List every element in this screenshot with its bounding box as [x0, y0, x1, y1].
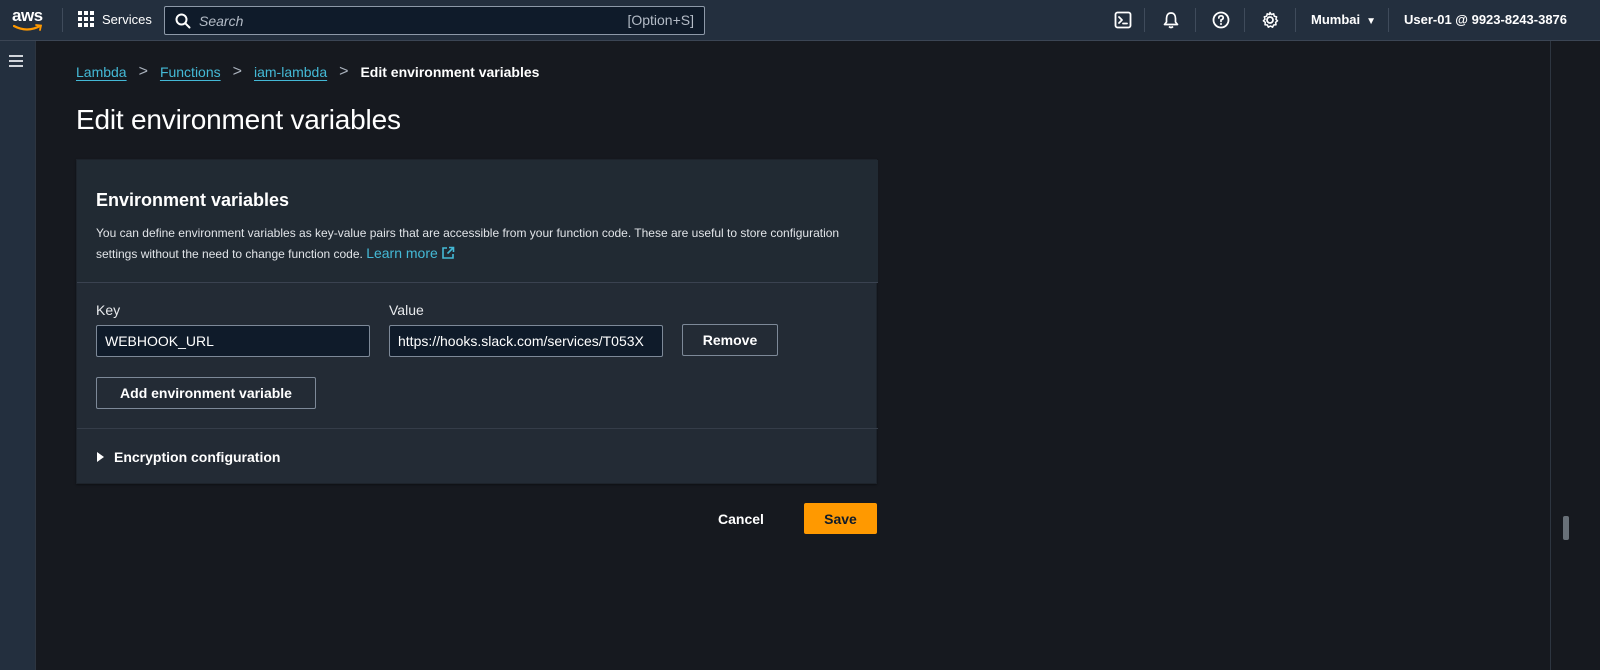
menu-hamburger-icon[interactable]	[9, 55, 23, 67]
breadcrumb: Lambda > Functions > iam-lambda > Edit e…	[76, 63, 540, 81]
panel-resize-handle[interactable]	[1563, 516, 1569, 540]
section-divider	[77, 428, 878, 429]
side-navigation-rail	[0, 41, 36, 670]
encryption-configuration-label: Encryption configuration	[114, 449, 281, 465]
external-link-icon	[441, 246, 455, 259]
aws-logo[interactable]: aws	[12, 7, 48, 33]
settings-gear-icon[interactable]	[1261, 11, 1279, 29]
cancel-button[interactable]: Cancel	[718, 511, 764, 527]
help-icon[interactable]	[1212, 11, 1230, 29]
services-label: Services	[102, 11, 152, 27]
nav-divider	[1244, 8, 1245, 32]
tools-panel-rail	[1550, 41, 1600, 670]
caret-down-icon: ▼	[1366, 16, 1377, 27]
encryption-configuration-toggle[interactable]: Encryption configuration	[97, 449, 280, 465]
notifications-bell-icon[interactable]	[1162, 11, 1180, 29]
description-text: You can define environment variables as …	[96, 226, 840, 261]
nav-divider	[1295, 8, 1296, 32]
add-environment-variable-button[interactable]: Add environment variable	[96, 377, 316, 409]
key-column-label: Key	[96, 302, 121, 318]
chevron-right-icon: >	[339, 63, 349, 80]
breadcrumb-current: Edit environment variables	[360, 64, 540, 80]
nav-divider	[1144, 8, 1145, 32]
aws-smile-icon	[13, 24, 43, 31]
env-key-input[interactable]	[96, 325, 370, 357]
breadcrumb-function-name[interactable]: iam-lambda	[254, 64, 327, 80]
aws-logo-text: aws	[12, 6, 43, 25]
panel-header: Environment variables You can define env…	[77, 160, 878, 283]
cloudshell-icon[interactable]	[1114, 11, 1132, 29]
environment-variables-panel: Environment variables You can define env…	[76, 159, 878, 484]
search-input[interactable]	[199, 12, 599, 29]
breadcrumb-lambda[interactable]: Lambda	[76, 64, 127, 80]
nav-divider	[1195, 8, 1196, 32]
chevron-right-icon: >	[232, 63, 242, 80]
env-value-input[interactable]	[389, 325, 663, 357]
remove-variable-button[interactable]: Remove	[682, 324, 778, 356]
panel-title: Environment variables	[96, 190, 290, 210]
services-grid-icon	[78, 11, 94, 27]
top-navigation: aws Services [Option+S]	[0, 0, 1600, 41]
services-menu-button[interactable]: Services	[78, 11, 152, 27]
caret-right-icon	[97, 452, 104, 462]
region-selector[interactable]: Mumbai ▼	[1311, 12, 1376, 27]
value-column-label: Value	[389, 302, 424, 318]
region-label: Mumbai	[1311, 12, 1361, 27]
panel-description: You can define environment variables as …	[96, 223, 866, 264]
learn-more-link[interactable]: Learn more	[366, 245, 455, 261]
nav-divider	[62, 8, 63, 32]
page-title: Edit environment variables	[76, 104, 401, 135]
search-box[interactable]: [Option+S]	[164, 6, 705, 35]
chevron-right-icon: >	[138, 63, 148, 80]
learn-more-label: Learn more	[366, 245, 438, 261]
account-menu[interactable]: User-01 @ 9923-8243-3876	[1404, 12, 1567, 27]
save-button[interactable]: Save	[804, 503, 877, 534]
search-icon	[175, 13, 191, 28]
search-shortcut-hint: [Option+S]	[627, 12, 694, 28]
nav-divider	[1388, 8, 1389, 32]
breadcrumb-functions[interactable]: Functions	[160, 64, 221, 80]
